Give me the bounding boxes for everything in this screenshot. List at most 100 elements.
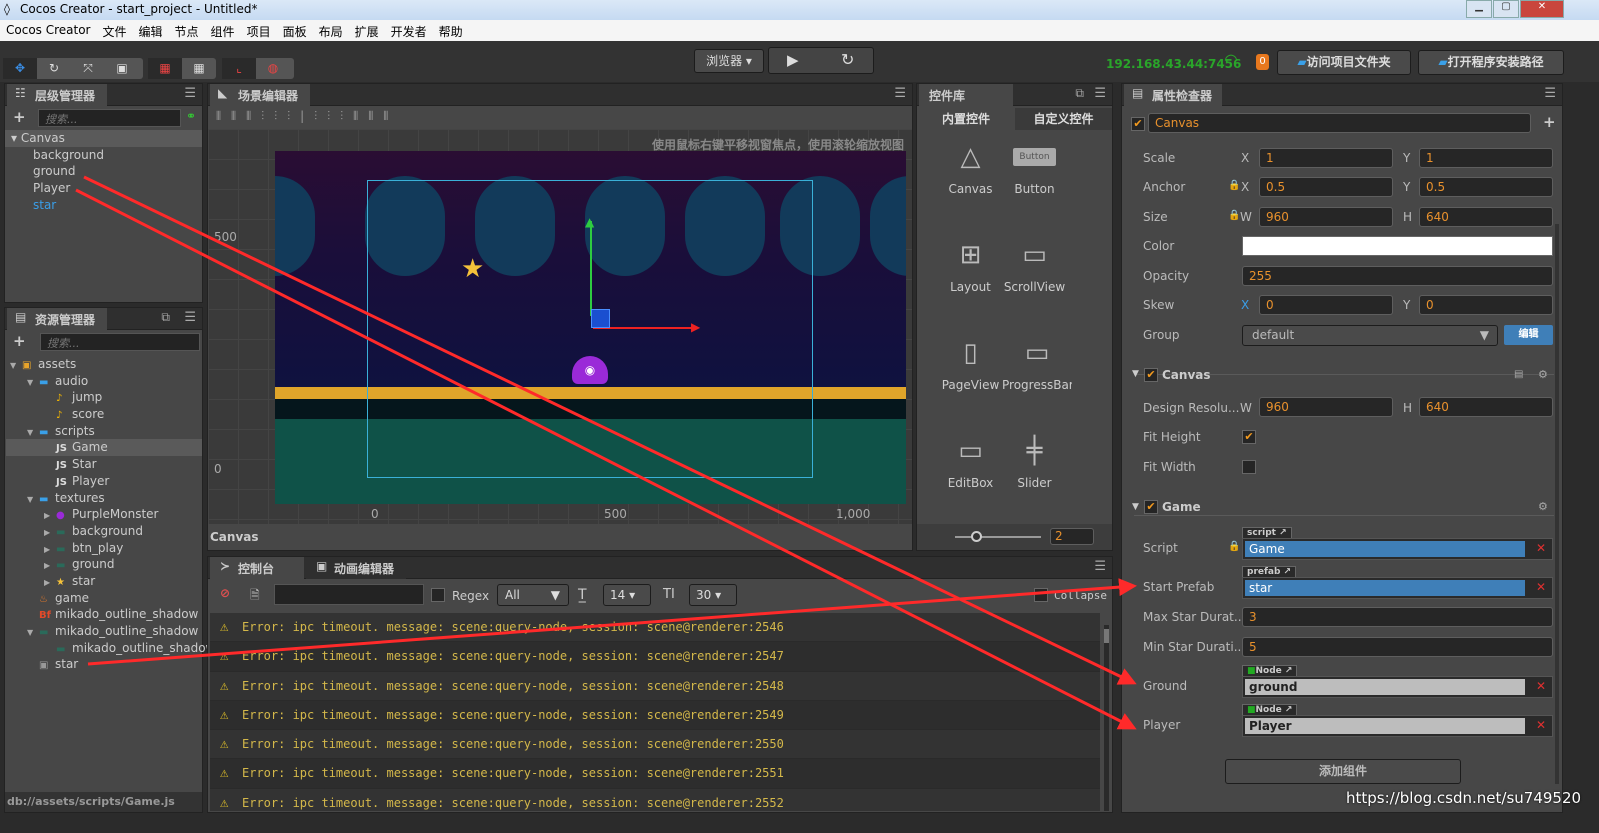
console-line[interactable]: ⚠ Error: ipc timeout. message: scene:quer… <box>210 613 1100 643</box>
preview-ip[interactable]: 192.168.43.44:7456 <box>1106 57 1241 71</box>
asset-item[interactable]: ▬ mikado_outline_shadow <box>6 640 215 657</box>
log-level-select[interactable]: All ▼ <box>497 584 569 606</box>
skew-x-input[interactable]: 0 <box>1259 295 1393 315</box>
zoom-slider-handle[interactable] <box>971 531 982 542</box>
panel-menu-icon[interactable]: ☰ <box>1094 86 1106 101</box>
size-h-input[interactable]: 640 <box>1419 207 1553 227</box>
widget-progressbar[interactable]: ▭ ProgressBar <box>1002 328 1072 392</box>
rotate-tool-icon[interactable]: ↻ <box>37 58 71 79</box>
asset-item[interactable]: Bf mikado_outline_shadow <box>6 606 202 623</box>
hierarchy-tab[interactable]: ☷ 层级管理器 <box>7 84 107 106</box>
canvas-component-checkbox[interactable]: ✔ <box>1144 368 1158 382</box>
panel-menu-icon[interactable]: ☰ <box>184 310 196 325</box>
console-line[interactable]: ⚠ Error: ipc timeout. message: scene:quer… <box>210 642 1100 672</box>
tree-node-player[interactable]: Player <box>5 180 202 197</box>
group-select[interactable]: default ▼ <box>1242 325 1498 346</box>
menu-help[interactable]: 帮助 <box>439 23 463 39</box>
asset-item[interactable]: JS Star <box>6 456 202 473</box>
tree-node-ground[interactable]: ground <box>5 163 202 180</box>
menu-app[interactable]: Cocos Creator <box>6 23 91 38</box>
fit-height-checkbox[interactable]: ✔ <box>1242 430 1256 444</box>
close-button[interactable]: ✕ <box>1520 0 1564 18</box>
expand-arrow-icon[interactable]: ▼ <box>27 375 39 392</box>
open-install-path-button[interactable]: ▰打开程序安装路径 <box>1418 50 1564 75</box>
regex-checkbox[interactable] <box>431 588 445 602</box>
pivot-icon[interactable]: ▦ <box>148 58 182 79</box>
ground-field[interactable]: ground ✕ <box>1242 676 1553 698</box>
widget-scrollview[interactable]: ▭ ScrollView <box>1002 230 1067 294</box>
scene-tab[interactable]: ◣ 场景编辑器 <box>210 84 310 106</box>
assets-tab[interactable]: ▤ 资源管理器 <box>7 308 107 330</box>
menu-extension[interactable]: 扩展 <box>355 23 379 39</box>
asset-item[interactable]: JS Player <box>6 473 202 490</box>
gizmo-center[interactable] <box>591 309 610 328</box>
widget-pageview[interactable]: ▯ PageView <box>938 328 1003 392</box>
asset-item[interactable]: ♨ game <box>6 590 202 607</box>
refresh-icon[interactable]: ↻ <box>841 50 854 69</box>
move-tool-icon[interactable]: ✥ <box>3 58 37 79</box>
scale-x-input[interactable]: 1 <box>1259 148 1393 168</box>
notification-badge[interactable]: 0 <box>1256 54 1269 70</box>
widget-layout[interactable]: ⊞ Layout <box>938 230 1003 294</box>
anchor-y-input[interactable]: 0.5 <box>1419 177 1553 197</box>
console-scrollbar[interactable] <box>1104 625 1109 811</box>
console-line[interactable]: ⚠ Error: ipc timeout. message: scene:quer… <box>210 700 1100 731</box>
start-prefab-field[interactable]: star ✕ <box>1242 577 1553 599</box>
expand-arrow-icon[interactable]: ▼ <box>27 492 39 509</box>
tab-builtin-widgets[interactable]: 内置控件 <box>917 108 1015 130</box>
inspector-tab[interactable]: ▤ 属性检查器 <box>1124 84 1222 106</box>
anchor-x-input[interactable]: 0.5 <box>1259 177 1393 197</box>
collapse-arrow-icon[interactable]: ▼ <box>1132 369 1139 379</box>
console-line[interactable]: ⚠ Error: ipc timeout. message: scene:quer… <box>210 730 1100 760</box>
zoom-input[interactable]: 2 <box>1050 528 1094 545</box>
game-canvas[interactable]: ★ ◉ ▲ ▶ <box>275 151 906 504</box>
star-sprite[interactable]: ★ <box>461 254 484 284</box>
asset-item[interactable]: JS Game <box>6 439 202 457</box>
asset-item[interactable]: ▶ ▬ background <box>6 523 202 540</box>
asset-item[interactable]: ♪ score <box>6 406 202 423</box>
menu-developer[interactable]: 开发者 <box>391 23 427 39</box>
gear-icon[interactable]: ⚙ <box>1538 368 1548 381</box>
tab-console[interactable]: ≻ 控制台 <box>210 557 304 579</box>
popout-icon[interactable]: ⧉ <box>161 310 170 325</box>
maximize-button[interactable]: ▢ <box>1493 0 1519 18</box>
help-icon[interactable]: ▤ <box>1514 369 1523 380</box>
asset-item[interactable]: ▼ ▬ mikado_outline_shadow <box>6 623 202 640</box>
expand-arrow-icon[interactable]: ▼ <box>27 425 39 442</box>
inspector-scrollbar[interactable] <box>1555 224 1559 784</box>
scale-y-input[interactable]: 1 <box>1419 148 1553 168</box>
gizmo-y-axis[interactable] <box>590 221 592 316</box>
expand-arrow-icon[interactable]: ▼ <box>10 358 22 375</box>
menu-file[interactable]: 文件 <box>103 23 127 39</box>
panel-menu-icon[interactable]: ☰ <box>894 86 906 101</box>
asset-item[interactable]: ▶ ★ star <box>6 573 202 590</box>
menu-panel[interactable]: 面板 <box>283 23 307 39</box>
fit-width-checkbox[interactable] <box>1242 460 1256 474</box>
add-node-icon[interactable]: + <box>13 108 26 126</box>
center-icon[interactable]: ▦ <box>182 58 216 79</box>
panel-menu-icon[interactable]: ☰ <box>184 86 196 101</box>
clear-reference-icon[interactable]: ✕ <box>1536 541 1546 555</box>
game-component-checkbox[interactable]: ✔ <box>1144 500 1158 514</box>
tree-node-star[interactable]: star <box>5 197 202 214</box>
gear-icon[interactable]: ⚙ <box>1538 500 1548 513</box>
popout-icon[interactable]: ⧉ <box>1075 86 1084 101</box>
asset-item[interactable]: ▼ ▬ audio <box>6 373 202 390</box>
rect-tool-icon[interactable]: ▣ <box>105 58 139 79</box>
minimize-button[interactable]: ▁ <box>1466 0 1492 18</box>
design-h-input[interactable]: 640 <box>1419 397 1553 417</box>
local-coord-icon[interactable]: ⌞ <box>222 58 256 79</box>
preview-platform-select[interactable]: 浏览器 ▾ <box>694 49 764 73</box>
group-edit-button[interactable]: 编辑 <box>1504 325 1553 345</box>
font-size-select[interactable]: 14 ▾ <box>603 584 651 606</box>
clear-reference-icon[interactable]: ✕ <box>1536 718 1546 732</box>
global-coord-icon[interactable]: ◍ <box>256 58 290 79</box>
asset-item[interactable]: ▶ ● PurpleMonster <box>6 506 202 523</box>
node-name-input[interactable]: Canvas <box>1148 113 1531 133</box>
menu-layout[interactable]: 布局 <box>319 23 343 39</box>
skew-y-input[interactable]: 0 <box>1419 295 1553 315</box>
clear-reference-icon[interactable]: ✕ <box>1536 679 1546 693</box>
scale-tool-icon[interactable]: ⤧ <box>71 58 105 79</box>
menu-component[interactable]: 组件 <box>211 23 235 39</box>
widget-button[interactable]: Button Button <box>1002 132 1067 196</box>
